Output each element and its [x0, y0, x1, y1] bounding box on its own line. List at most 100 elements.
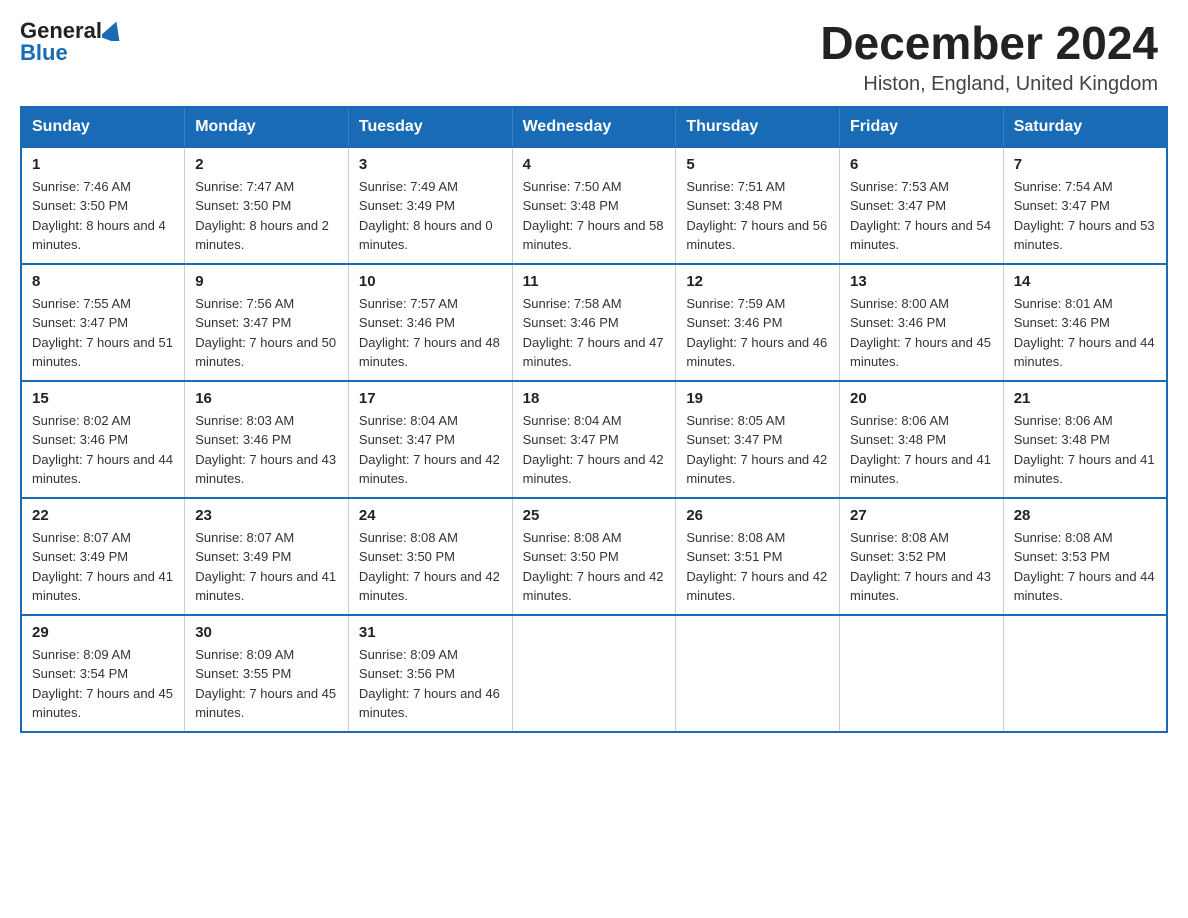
day-number: 26 [686, 507, 829, 524]
day-info: Sunrise: 7:57 AMSunset: 3:46 PMDaylight:… [359, 296, 500, 370]
day-info: Sunrise: 7:58 AMSunset: 3:46 PMDaylight:… [523, 296, 664, 370]
day-number: 9 [195, 273, 338, 290]
calendar-cell: 8 Sunrise: 7:55 AMSunset: 3:47 PMDayligh… [21, 264, 185, 381]
day-info: Sunrise: 7:50 AMSunset: 3:48 PMDaylight:… [523, 179, 664, 253]
day-info: Sunrise: 8:08 AMSunset: 3:53 PMDaylight:… [1014, 530, 1155, 604]
day-number: 17 [359, 390, 502, 407]
calendar-cell: 31 Sunrise: 8:09 AMSunset: 3:56 PMDaylig… [348, 615, 512, 732]
calendar-cell: 27 Sunrise: 8:08 AMSunset: 3:52 PMDaylig… [840, 498, 1004, 615]
day-number: 7 [1014, 156, 1156, 173]
calendar-table: SundayMondayTuesdayWednesdayThursdayFrid… [20, 106, 1168, 733]
calendar-cell: 17 Sunrise: 8:04 AMSunset: 3:47 PMDaylig… [348, 381, 512, 498]
calendar-cell: 2 Sunrise: 7:47 AMSunset: 3:50 PMDayligh… [185, 147, 349, 264]
week-row-3: 15 Sunrise: 8:02 AMSunset: 3:46 PMDaylig… [21, 381, 1167, 498]
page-header: General Blue December 2024 Histon, Engla… [0, 0, 1188, 106]
col-header-monday: Monday [185, 107, 349, 147]
col-header-wednesday: Wednesday [512, 107, 676, 147]
day-number: 8 [32, 273, 174, 290]
day-number: 10 [359, 273, 502, 290]
day-number: 4 [523, 156, 666, 173]
calendar-cell: 6 Sunrise: 7:53 AMSunset: 3:47 PMDayligh… [840, 147, 1004, 264]
calendar-cell: 3 Sunrise: 7:49 AMSunset: 3:49 PMDayligh… [348, 147, 512, 264]
day-info: Sunrise: 8:00 AMSunset: 3:46 PMDaylight:… [850, 296, 991, 370]
week-row-2: 8 Sunrise: 7:55 AMSunset: 3:47 PMDayligh… [21, 264, 1167, 381]
day-number: 16 [195, 390, 338, 407]
day-number: 11 [523, 273, 666, 290]
day-info: Sunrise: 7:55 AMSunset: 3:47 PMDaylight:… [32, 296, 173, 370]
calendar-cell: 19 Sunrise: 8:05 AMSunset: 3:47 PMDaylig… [676, 381, 840, 498]
day-info: Sunrise: 8:04 AMSunset: 3:47 PMDaylight:… [359, 413, 500, 487]
day-number: 14 [1014, 273, 1156, 290]
day-number: 31 [359, 624, 502, 641]
day-info: Sunrise: 8:08 AMSunset: 3:51 PMDaylight:… [686, 530, 827, 604]
day-info: Sunrise: 8:02 AMSunset: 3:46 PMDaylight:… [32, 413, 173, 487]
day-info: Sunrise: 7:54 AMSunset: 3:47 PMDaylight:… [1014, 179, 1155, 253]
calendar-cell: 28 Sunrise: 8:08 AMSunset: 3:53 PMDaylig… [1003, 498, 1167, 615]
day-info: Sunrise: 8:06 AMSunset: 3:48 PMDaylight:… [1014, 413, 1155, 487]
logo-triangle-icon [102, 21, 124, 46]
day-info: Sunrise: 7:51 AMSunset: 3:48 PMDaylight:… [686, 179, 827, 253]
day-info: Sunrise: 8:08 AMSunset: 3:52 PMDaylight:… [850, 530, 991, 604]
day-number: 21 [1014, 390, 1156, 407]
calendar-cell: 5 Sunrise: 7:51 AMSunset: 3:48 PMDayligh… [676, 147, 840, 264]
logo-blue: Blue [20, 40, 68, 66]
calendar-cell: 10 Sunrise: 7:57 AMSunset: 3:46 PMDaylig… [348, 264, 512, 381]
day-info: Sunrise: 8:07 AMSunset: 3:49 PMDaylight:… [32, 530, 173, 604]
col-header-saturday: Saturday [1003, 107, 1167, 147]
day-info: Sunrise: 7:47 AMSunset: 3:50 PMDaylight:… [195, 179, 329, 253]
day-number: 3 [359, 156, 502, 173]
day-info: Sunrise: 8:04 AMSunset: 3:47 PMDaylight:… [523, 413, 664, 487]
day-info: Sunrise: 8:08 AMSunset: 3:50 PMDaylight:… [523, 530, 664, 604]
day-number: 30 [195, 624, 338, 641]
calendar-cell: 7 Sunrise: 7:54 AMSunset: 3:47 PMDayligh… [1003, 147, 1167, 264]
calendar-cell: 16 Sunrise: 8:03 AMSunset: 3:46 PMDaylig… [185, 381, 349, 498]
day-number: 5 [686, 156, 829, 173]
day-info: Sunrise: 7:56 AMSunset: 3:47 PMDaylight:… [195, 296, 336, 370]
day-info: Sunrise: 8:08 AMSunset: 3:50 PMDaylight:… [359, 530, 500, 604]
day-number: 28 [1014, 507, 1156, 524]
logo: General Blue [20, 18, 124, 66]
title-block: December 2024 Histon, England, United Ki… [820, 18, 1158, 96]
calendar-cell: 29 Sunrise: 8:09 AMSunset: 3:54 PMDaylig… [21, 615, 185, 732]
day-number: 18 [523, 390, 666, 407]
calendar-cell: 14 Sunrise: 8:01 AMSunset: 3:46 PMDaylig… [1003, 264, 1167, 381]
calendar-cell: 9 Sunrise: 7:56 AMSunset: 3:47 PMDayligh… [185, 264, 349, 381]
calendar-cell: 22 Sunrise: 8:07 AMSunset: 3:49 PMDaylig… [21, 498, 185, 615]
day-number: 15 [32, 390, 174, 407]
calendar-cell: 12 Sunrise: 7:59 AMSunset: 3:46 PMDaylig… [676, 264, 840, 381]
day-info: Sunrise: 8:05 AMSunset: 3:47 PMDaylight:… [686, 413, 827, 487]
day-number: 27 [850, 507, 993, 524]
day-number: 6 [850, 156, 993, 173]
calendar-cell: 21 Sunrise: 8:06 AMSunset: 3:48 PMDaylig… [1003, 381, 1167, 498]
calendar-cell: 4 Sunrise: 7:50 AMSunset: 3:48 PMDayligh… [512, 147, 676, 264]
day-info: Sunrise: 7:59 AMSunset: 3:46 PMDaylight:… [686, 296, 827, 370]
calendar-cell [676, 615, 840, 732]
day-info: Sunrise: 7:53 AMSunset: 3:47 PMDaylight:… [850, 179, 991, 253]
calendar-header-row: SundayMondayTuesdayWednesdayThursdayFrid… [21, 107, 1167, 147]
calendar-cell: 26 Sunrise: 8:08 AMSunset: 3:51 PMDaylig… [676, 498, 840, 615]
day-number: 12 [686, 273, 829, 290]
calendar-cell [840, 615, 1004, 732]
col-header-sunday: Sunday [21, 107, 185, 147]
day-info: Sunrise: 8:09 AMSunset: 3:54 PMDaylight:… [32, 647, 173, 721]
day-number: 2 [195, 156, 338, 173]
calendar-cell: 13 Sunrise: 8:00 AMSunset: 3:46 PMDaylig… [840, 264, 1004, 381]
day-number: 19 [686, 390, 829, 407]
calendar-cell [512, 615, 676, 732]
day-number: 23 [195, 507, 338, 524]
col-header-tuesday: Tuesday [348, 107, 512, 147]
day-info: Sunrise: 8:01 AMSunset: 3:46 PMDaylight:… [1014, 296, 1155, 370]
calendar-cell: 20 Sunrise: 8:06 AMSunset: 3:48 PMDaylig… [840, 381, 1004, 498]
day-number: 20 [850, 390, 993, 407]
calendar-cell: 23 Sunrise: 8:07 AMSunset: 3:49 PMDaylig… [185, 498, 349, 615]
day-number: 29 [32, 624, 174, 641]
week-row-5: 29 Sunrise: 8:09 AMSunset: 3:54 PMDaylig… [21, 615, 1167, 732]
calendar-cell: 30 Sunrise: 8:09 AMSunset: 3:55 PMDaylig… [185, 615, 349, 732]
day-info: Sunrise: 7:49 AMSunset: 3:49 PMDaylight:… [359, 179, 493, 253]
day-number: 25 [523, 507, 666, 524]
day-number: 1 [32, 156, 174, 173]
calendar-cell: 25 Sunrise: 8:08 AMSunset: 3:50 PMDaylig… [512, 498, 676, 615]
col-header-friday: Friday [840, 107, 1004, 147]
col-header-thursday: Thursday [676, 107, 840, 147]
day-number: 13 [850, 273, 993, 290]
